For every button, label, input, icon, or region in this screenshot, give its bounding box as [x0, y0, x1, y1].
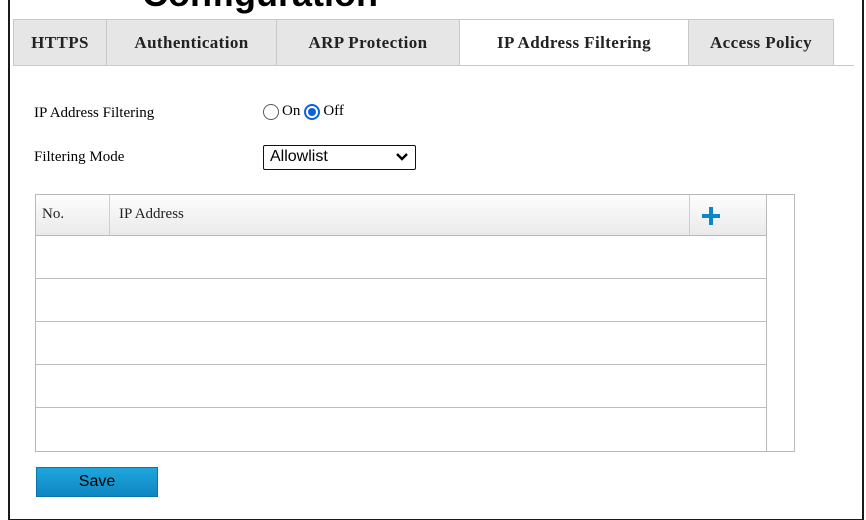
- radio-on[interactable]: [263, 103, 279, 120]
- page-heading-clipped: Configuration: [142, 0, 378, 15]
- table-row: [36, 408, 766, 451]
- add-ip-button[interactable]: [690, 195, 766, 235]
- tab-https[interactable]: HTTPS: [13, 19, 106, 66]
- table-scrollbar-area[interactable]: [766, 195, 794, 451]
- table-row: [36, 322, 766, 365]
- radio-on-label[interactable]: On: [282, 103, 300, 120]
- radio-off[interactable]: [304, 103, 321, 120]
- column-header-ip-address: IP Address: [110, 195, 690, 235]
- clipped-header: Configuration: [10, 0, 862, 18]
- tab-divider: [13, 65, 854, 66]
- tab-access-policy[interactable]: Access Policy: [688, 19, 834, 66]
- filtering-mode-value: Allowlist: [270, 148, 328, 165]
- column-header-no: No.: [36, 195, 110, 235]
- chevron-down-icon: [396, 153, 408, 161]
- save-button[interactable]: Save: [36, 467, 158, 497]
- table-row: [36, 236, 766, 279]
- tab-ip-address-filtering[interactable]: IP Address Filtering: [459, 19, 688, 66]
- plus-icon: [702, 207, 720, 225]
- table-header: No. IP Address: [36, 195, 766, 236]
- tab-authentication[interactable]: Authentication: [106, 19, 276, 66]
- table-row: [36, 365, 766, 408]
- filtering-mode-select[interactable]: Allowlist: [263, 145, 416, 170]
- tab-bar: HTTPS Authentication ARP Protection IP A…: [13, 19, 834, 66]
- filtering-mode-label: Filtering Mode: [34, 149, 125, 165]
- ip-filtering-label: IP Address Filtering: [34, 105, 155, 121]
- radio-off-label[interactable]: Off: [323, 103, 344, 120]
- table-row: [36, 279, 766, 322]
- tab-arp-protection[interactable]: ARP Protection: [276, 19, 459, 66]
- ip-address-table: No. IP Address: [35, 194, 795, 452]
- ip-filtering-radio-group: On Off: [263, 103, 348, 120]
